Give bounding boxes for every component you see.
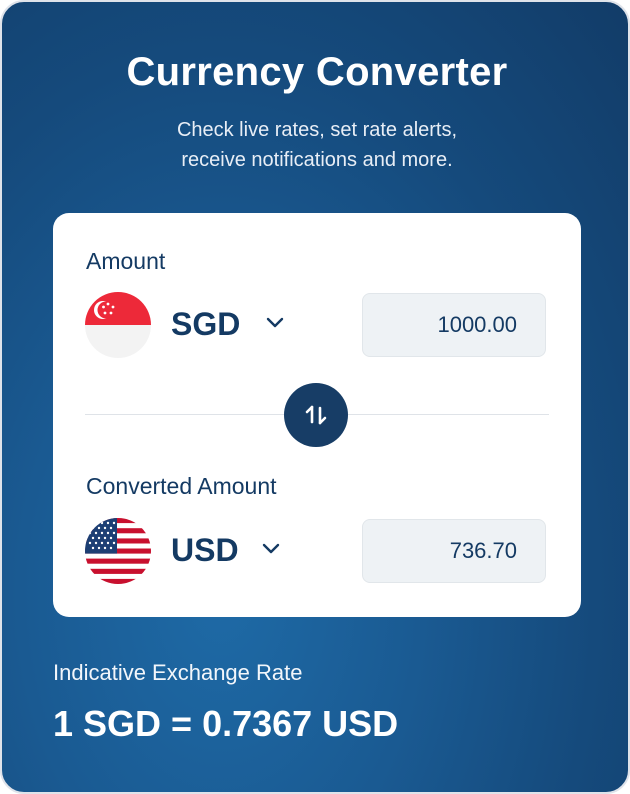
page-title: Currency Converter (126, 50, 508, 94)
from-currency-row: SGD 1000.00 (85, 292, 549, 360)
converter-card: Amount SGD 1000.00 Converted Amount USD … (53, 213, 581, 617)
converted-amount-label: Converted Amount (86, 473, 277, 499)
rate-value: 1 SGD = 0.7367 USD (53, 703, 399, 744)
usa-flag-icon (85, 518, 151, 584)
chevron-down-icon[interactable] (261, 542, 281, 556)
swap-arrows-icon (305, 405, 327, 425)
amount-input[interactable]: 1000.00 (362, 293, 546, 357)
amount-label: Amount (86, 248, 166, 274)
chevron-down-icon[interactable] (265, 316, 285, 330)
singapore-flag-icon (85, 292, 151, 358)
converter-panel: Currency Converter Check live rates, set… (0, 0, 630, 794)
converted-amount-output: 736.70 (362, 519, 546, 583)
swap-button[interactable] (284, 383, 348, 447)
subtitle-line-2: receive notifications and more. (181, 149, 453, 171)
to-currency-select[interactable]: USD (171, 532, 239, 569)
from-currency-select[interactable]: SGD (171, 306, 240, 343)
rate-label: Indicative Exchange Rate (53, 660, 303, 685)
to-currency-row: USD 736.70 (85, 518, 549, 586)
page-subtitle: Check live rates, set rate alerts, recei… (2, 115, 628, 175)
subtitle-line-1: Check live rates, set rate alerts, (176, 119, 458, 141)
